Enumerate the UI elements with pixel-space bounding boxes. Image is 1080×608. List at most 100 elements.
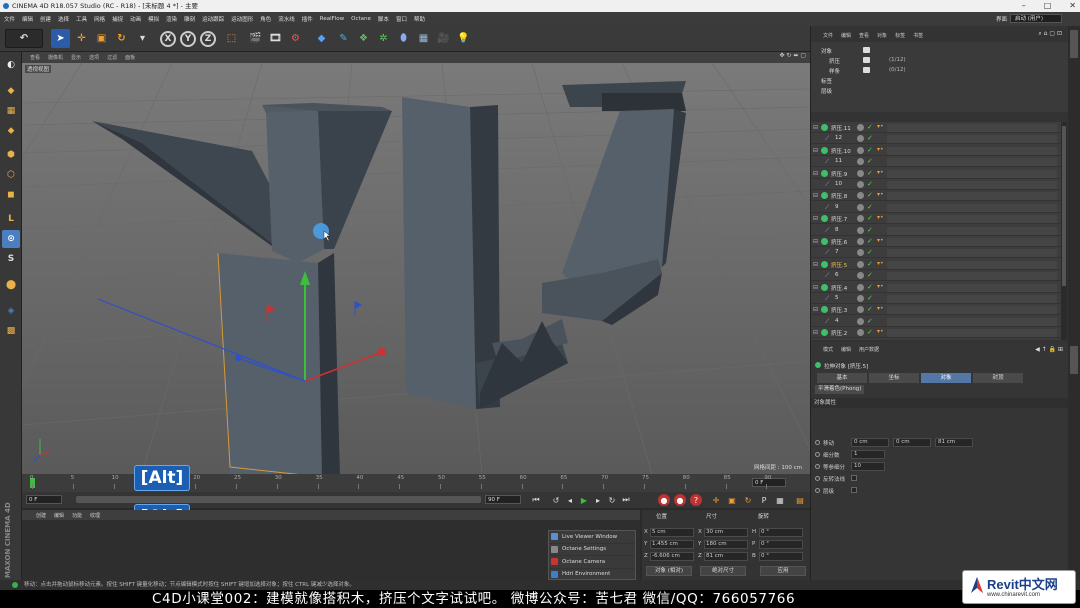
enabled-check-icon[interactable]: ✓ (867, 271, 873, 279)
strip-tab-attributes[interactable] (1070, 346, 1078, 374)
render-view-icon[interactable]: 🎬 (246, 29, 265, 48)
enabled-check-icon[interactable]: ✓ (867, 134, 873, 142)
octane-menu-item[interactable]: Live Viewer Window (549, 531, 635, 544)
viewport-menu-item[interactable]: 选项 (89, 54, 99, 61)
object-manager-tab[interactable]: 文件 (823, 32, 833, 39)
apply-button[interactable]: 应用 (760, 566, 806, 576)
visibility-icon[interactable] (857, 203, 864, 211)
close-icon[interactable]: ✕ (1069, 0, 1076, 12)
move-y-field[interactable]: 0 cm (893, 438, 931, 447)
menu-item[interactable]: 帮助 (414, 15, 425, 23)
viewport-nav-icons[interactable]: ✥ ↻ ⬌ ▢ (780, 52, 806, 59)
object-list-row[interactable]: ⟋ 5 ✓ (811, 293, 1061, 304)
object-manager-tab[interactable]: 标签 (895, 32, 905, 39)
attributes-tab[interactable]: 编辑 (841, 346, 851, 353)
polygons-mode-icon[interactable]: ◼ (2, 186, 20, 204)
hierarchical-checkbox[interactable] (851, 487, 857, 493)
rotation-field[interactable]: 0 ° (759, 540, 803, 549)
visibility-icon[interactable] (857, 283, 864, 291)
make-editable-icon[interactable]: ◐ (2, 56, 20, 74)
object-list-row[interactable]: ⊟ 挤压.6 ▾• ✓ (811, 236, 1061, 247)
deformer-icon[interactable]: ⬮ (394, 29, 413, 48)
visibility-icon[interactable] (857, 146, 864, 154)
hierarchical-radio[interactable] (815, 488, 820, 493)
object-list-row[interactable]: ⊟ 挤压.10 ▾• ✓ (811, 145, 1061, 156)
viewport-menu-item[interactable]: 摄像机 (48, 54, 63, 61)
position-field[interactable]: -6.606 cm (650, 552, 694, 561)
size-field[interactable]: 180 cm (704, 540, 748, 549)
panel-icon[interactable]: ▢ (1049, 30, 1055, 37)
menu-item[interactable]: 工具 (76, 15, 87, 23)
menu-item[interactable]: 捕捉 (112, 15, 123, 23)
axis-mode-icon[interactable]: L (2, 210, 20, 228)
visibility-icon[interactable] (857, 272, 864, 280)
object-list-row[interactable]: ⊟ 挤压.9 ▾• ✓ (811, 168, 1061, 179)
object-manager-tab[interactable]: 书签 (913, 32, 923, 39)
expand-toggle-icon[interactable]: ⊟ (813, 192, 818, 199)
attributes-subtab[interactable]: 基本 (817, 373, 867, 383)
enabled-check-icon[interactable]: ✓ (867, 203, 873, 211)
visibility-icon[interactable] (857, 249, 864, 257)
coord-mode-dropdown[interactable]: 对象 (相对) (646, 566, 692, 576)
phong-tag-icon[interactable]: ▾• (877, 191, 884, 198)
enabled-check-icon[interactable]: ✓ (867, 328, 873, 336)
octane-menu-item[interactable]: Octane Camera (549, 556, 635, 569)
visibility-icon[interactable] (857, 306, 864, 314)
phong-tag-icon[interactable]: ▾• (877, 305, 884, 312)
prev-frame-icon[interactable]: ◂ (564, 494, 576, 506)
object-list-row[interactable]: ⟋ 10 ✓ (811, 179, 1061, 190)
object-list-row[interactable]: ⟋ 9 ✓ (811, 202, 1061, 213)
subdivision-field[interactable]: 1 (851, 450, 885, 459)
rotation-field[interactable]: 0 ° (759, 552, 803, 561)
key-param-icon[interactable]: P (758, 494, 770, 506)
scale-tool-icon[interactable]: ▣ (92, 29, 111, 48)
position-field[interactable]: 5 cm (650, 528, 694, 537)
object-filter-row[interactable]: 对象 (811, 46, 1069, 55)
model-mode-icon[interactable]: ◆ (2, 82, 20, 100)
key-pla-icon[interactable]: ▦ (774, 494, 786, 506)
object-filter-row[interactable]: 样条 (0/12) (811, 66, 1069, 75)
maximize-icon[interactable]: □ (1044, 0, 1052, 12)
key-scale-icon[interactable]: ▣ (726, 494, 738, 506)
viewport-solo-icon[interactable]: ▩ (2, 322, 20, 340)
object-manager-tab[interactable]: 编辑 (841, 32, 851, 39)
viewport-menu-item[interactable]: 查看 (30, 54, 40, 61)
menu-item[interactable]: Octane (351, 16, 371, 22)
visibility-icon[interactable] (857, 226, 864, 234)
tweak-mode-icon[interactable]: ⊙ (2, 230, 20, 248)
visibility-icon[interactable] (857, 169, 864, 177)
start-frame-field[interactable]: 0 F (26, 495, 62, 504)
coord-system-icon[interactable]: ⬚ (222, 29, 241, 48)
object-list-row[interactable]: ⟋ 6 ✓ (811, 270, 1061, 282)
record-icon[interactable]: ● (658, 494, 670, 506)
object-list-row[interactable]: ⊟ 挤压.2 ▾• ✓ (811, 327, 1061, 339)
lock-icon[interactable]: 🔒 (1049, 346, 1056, 353)
back-arrow-icon[interactable]: ◀ (1035, 346, 1040, 353)
layout-dropdown[interactable]: 启动 (用户) (1010, 14, 1062, 23)
visibility-icon[interactable] (857, 192, 864, 200)
light-icon[interactable]: 💡 (454, 29, 473, 48)
subdivision-radio[interactable] (815, 452, 820, 457)
spline-pen-icon[interactable]: ✎ (334, 29, 353, 48)
texture-mode-icon[interactable]: ▦ (2, 102, 20, 120)
phong-tag-icon[interactable]: ▾• (877, 123, 884, 130)
array-icon[interactable]: ✲ (374, 29, 393, 48)
expand-toggle-icon[interactable]: ⊟ (813, 147, 818, 154)
enabled-check-icon[interactable]: ✓ (867, 226, 873, 234)
visibility-icon[interactable] (857, 317, 864, 325)
object-list-row[interactable]: ⊟ 挤压.7 ▾• ✓ (811, 213, 1061, 225)
menu-item[interactable]: 窗口 (396, 15, 407, 23)
attributes-tab[interactable]: 用户数据 (859, 346, 879, 353)
visibility-icon[interactable] (857, 295, 864, 302)
menu-item[interactable]: 动画 (130, 15, 141, 23)
object-list-scrollbar[interactable] (1061, 122, 1067, 340)
frame-range-slider[interactable] (76, 496, 481, 503)
menu-item[interactable]: 流水线 (278, 15, 295, 23)
visibility-icon[interactable] (857, 158, 864, 166)
menu-item[interactable]: 脚本 (378, 15, 389, 23)
next-frame-icon[interactable]: ▸ (592, 494, 604, 506)
size-field[interactable]: 30 cm (704, 528, 748, 537)
object-list-row[interactable]: ⊟ 挤压.5 ▾• ✓ (811, 259, 1061, 270)
edges-mode-icon[interactable]: ⬡ (2, 166, 20, 184)
visibility-icon[interactable] (857, 181, 864, 188)
